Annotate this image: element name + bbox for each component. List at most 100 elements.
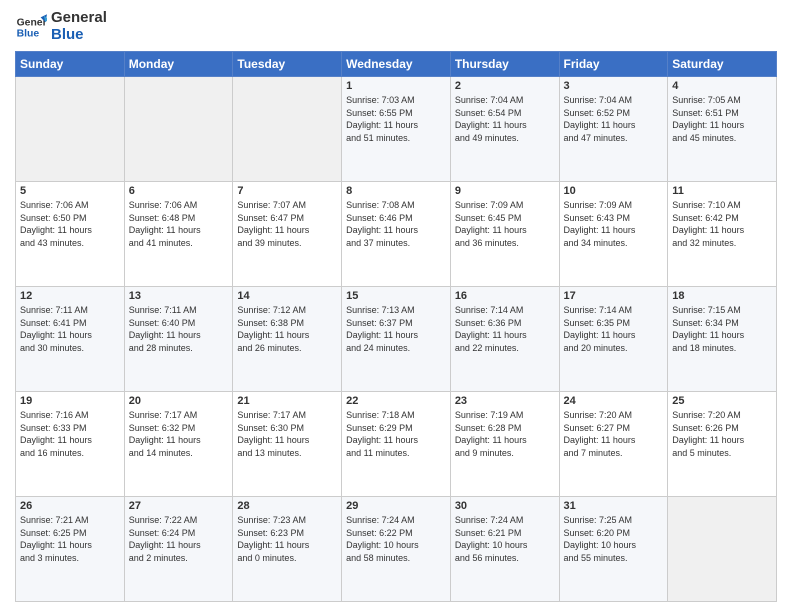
day-number: 10 — [564, 185, 664, 197]
day-number: 7 — [237, 185, 337, 197]
logo: General Blue General Blue — [15, 10, 107, 43]
calendar-cell: 11 Sunrise: 7:10 AM Sunset: 6:42 PM Dayli… — [668, 182, 777, 287]
calendar-cell — [124, 77, 233, 182]
calendar-week-row: 12 Sunrise: 7:11 AM Sunset: 6:41 PM Dayli… — [16, 287, 777, 392]
calendar-cell: 25 Sunrise: 7:20 AM Sunset: 6:26 PM Dayli… — [668, 392, 777, 497]
day-number: 31 — [564, 500, 664, 512]
day-info: Sunrise: 7:20 AM Sunset: 6:27 PM Dayligh… — [564, 409, 664, 459]
calendar-cell: 1 Sunrise: 7:03 AM Sunset: 6:55 PM Daylig… — [342, 77, 451, 182]
day-info: Sunrise: 7:06 AM Sunset: 6:50 PM Dayligh… — [20, 199, 120, 249]
day-info: Sunrise: 7:09 AM Sunset: 6:43 PM Dayligh… — [564, 199, 664, 249]
calendar-cell — [233, 77, 342, 182]
logo-icon: General Blue — [15, 11, 47, 43]
calendar-table: Sunday Monday Tuesday Wednesday Thursday… — [15, 51, 777, 602]
header: General Blue General Blue — [15, 10, 777, 43]
day-number: 22 — [346, 395, 446, 407]
calendar-cell: 24 Sunrise: 7:20 AM Sunset: 6:27 PM Dayli… — [559, 392, 668, 497]
day-number: 20 — [129, 395, 229, 407]
day-info: Sunrise: 7:22 AM Sunset: 6:24 PM Dayligh… — [129, 514, 229, 564]
col-saturday: Saturday — [668, 52, 777, 77]
day-number: 8 — [346, 185, 446, 197]
day-number: 30 — [455, 500, 555, 512]
calendar-cell: 21 Sunrise: 7:17 AM Sunset: 6:30 PM Dayli… — [233, 392, 342, 497]
col-thursday: Thursday — [450, 52, 559, 77]
day-number: 25 — [672, 395, 772, 407]
calendar-cell: 9 Sunrise: 7:09 AM Sunset: 6:45 PM Daylig… — [450, 182, 559, 287]
calendar-cell: 3 Sunrise: 7:04 AM Sunset: 6:52 PM Daylig… — [559, 77, 668, 182]
day-info: Sunrise: 7:16 AM Sunset: 6:33 PM Dayligh… — [20, 409, 120, 459]
day-info: Sunrise: 7:17 AM Sunset: 6:32 PM Dayligh… — [129, 409, 229, 459]
calendar-cell: 19 Sunrise: 7:16 AM Sunset: 6:33 PM Dayli… — [16, 392, 125, 497]
calendar-cell: 17 Sunrise: 7:14 AM Sunset: 6:35 PM Dayli… — [559, 287, 668, 392]
day-number: 18 — [672, 290, 772, 302]
logo-blue: Blue — [51, 27, 107, 44]
calendar-cell: 7 Sunrise: 7:07 AM Sunset: 6:47 PM Daylig… — [233, 182, 342, 287]
day-number: 5 — [20, 185, 120, 197]
calendar-cell: 16Sunrise: 7:14 AM Sunset: 6:36 PM Dayli… — [450, 287, 559, 392]
day-info: Sunrise: 7:15 AM Sunset: 6:34 PM Dayligh… — [672, 304, 772, 354]
calendar-cell: 27 Sunrise: 7:22 AM Sunset: 6:24 PM Dayli… — [124, 497, 233, 602]
calendar-cell: 15 Sunrise: 7:13 AM Sunset: 6:37 PM Dayli… — [342, 287, 451, 392]
day-number: 6 — [129, 185, 229, 197]
calendar-cell — [668, 497, 777, 602]
day-number: 1 — [346, 80, 446, 92]
calendar-cell: 12 Sunrise: 7:11 AM Sunset: 6:41 PM Dayli… — [16, 287, 125, 392]
calendar-cell: 26 Sunrise: 7:21 AM Sunset: 6:25 PM Dayli… — [16, 497, 125, 602]
calendar-cell: 2 Sunrise: 7:04 AM Sunset: 6:54 PM Daylig… — [450, 77, 559, 182]
day-info: Sunrise: 7:14 AM Sunset: 6:36 PM Dayligh… — [455, 304, 555, 354]
day-number: 2 — [455, 80, 555, 92]
day-info: Sunrise: 7:24 AM Sunset: 6:21 PM Dayligh… — [455, 514, 555, 564]
day-number: 11 — [672, 185, 772, 197]
calendar-cell: 13Sunrise: 7:11 AM Sunset: 6:40 PM Dayli… — [124, 287, 233, 392]
day-info: Sunrise: 7:21 AM Sunset: 6:25 PM Dayligh… — [20, 514, 120, 564]
day-info: Sunrise: 7:11 AM Sunset: 6:41 PM Dayligh… — [20, 304, 120, 354]
day-number: 12 — [20, 290, 120, 302]
day-info: Sunrise: 7:05 AM Sunset: 6:51 PM Dayligh… — [672, 94, 772, 144]
day-number: 4 — [672, 80, 772, 92]
calendar-cell: 30 Sunrise: 7:24 AM Sunset: 6:21 PM Dayli… — [450, 497, 559, 602]
day-number: 15 — [346, 290, 446, 302]
day-number: 14 — [237, 290, 337, 302]
day-info: Sunrise: 7:04 AM Sunset: 6:54 PM Dayligh… — [455, 94, 555, 144]
day-number: 19 — [20, 395, 120, 407]
day-info: Sunrise: 7:03 AM Sunset: 6:55 PM Dayligh… — [346, 94, 446, 144]
day-number: 13 — [129, 290, 229, 302]
calendar-cell: 6 Sunrise: 7:06 AM Sunset: 6:48 PM Daylig… — [124, 182, 233, 287]
col-monday: Monday — [124, 52, 233, 77]
calendar-cell: 4 Sunrise: 7:05 AM Sunset: 6:51 PM Daylig… — [668, 77, 777, 182]
day-info: Sunrise: 7:13 AM Sunset: 6:37 PM Dayligh… — [346, 304, 446, 354]
day-info: Sunrise: 7:19 AM Sunset: 6:28 PM Dayligh… — [455, 409, 555, 459]
calendar-cell: 28Sunrise: 7:23 AM Sunset: 6:23 PM Dayli… — [233, 497, 342, 602]
day-info: Sunrise: 7:14 AM Sunset: 6:35 PM Dayligh… — [564, 304, 664, 354]
day-info: Sunrise: 7:17 AM Sunset: 6:30 PM Dayligh… — [237, 409, 337, 459]
calendar-cell: 29 Sunrise: 7:24 AM Sunset: 6:22 PM Dayli… — [342, 497, 451, 602]
day-info: Sunrise: 7:10 AM Sunset: 6:42 PM Dayligh… — [672, 199, 772, 249]
logo-general: General — [51, 10, 107, 27]
day-number: 27 — [129, 500, 229, 512]
day-info: Sunrise: 7:06 AM Sunset: 6:48 PM Dayligh… — [129, 199, 229, 249]
day-number: 24 — [564, 395, 664, 407]
calendar-header-row: Sunday Monday Tuesday Wednesday Thursday… — [16, 52, 777, 77]
day-info: Sunrise: 7:04 AM Sunset: 6:52 PM Dayligh… — [564, 94, 664, 144]
day-number: 21 — [237, 395, 337, 407]
day-number: 28 — [237, 500, 337, 512]
calendar-cell — [16, 77, 125, 182]
col-tuesday: Tuesday — [233, 52, 342, 77]
day-number: 9 — [455, 185, 555, 197]
day-info: Sunrise: 7:24 AM Sunset: 6:22 PM Dayligh… — [346, 514, 446, 564]
day-number: 3 — [564, 80, 664, 92]
calendar-cell: 31Sunrise: 7:25 AM Sunset: 6:20 PM Dayli… — [559, 497, 668, 602]
day-info: Sunrise: 7:20 AM Sunset: 6:26 PM Dayligh… — [672, 409, 772, 459]
calendar-cell: 5 Sunrise: 7:06 AM Sunset: 6:50 PM Daylig… — [16, 182, 125, 287]
day-number: 17 — [564, 290, 664, 302]
calendar-cell: 10 Sunrise: 7:09 AM Sunset: 6:43 PM Dayli… — [559, 182, 668, 287]
calendar-cell: 23Sunrise: 7:19 AM Sunset: 6:28 PM Dayli… — [450, 392, 559, 497]
day-number: 26 — [20, 500, 120, 512]
calendar-cell: 20 Sunrise: 7:17 AM Sunset: 6:32 PM Dayli… — [124, 392, 233, 497]
day-number: 29 — [346, 500, 446, 512]
day-info: Sunrise: 7:09 AM Sunset: 6:45 PM Dayligh… — [455, 199, 555, 249]
calendar-cell: 22Sunrise: 7:18 AM Sunset: 6:29 PM Dayli… — [342, 392, 451, 497]
day-info: Sunrise: 7:07 AM Sunset: 6:47 PM Dayligh… — [237, 199, 337, 249]
calendar-week-row: 19 Sunrise: 7:16 AM Sunset: 6:33 PM Dayli… — [16, 392, 777, 497]
page: General Blue General Blue Sunday Monday … — [0, 0, 792, 612]
